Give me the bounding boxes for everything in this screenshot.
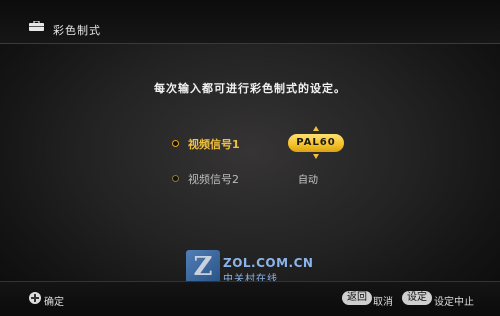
setting-label-video2: 视频信号2 bbox=[188, 173, 239, 186]
setting-label-video1: 视频信号1 bbox=[188, 138, 240, 151]
toolbox-icon bbox=[29, 21, 44, 31]
screen: 彩色制式 每次输入都可进行彩色制式的设定。 视频信号1 PAL60 视频信号2 … bbox=[0, 0, 500, 316]
setup-key[interactable]: 设定 bbox=[402, 291, 432, 305]
arrow-up-icon[interactable] bbox=[313, 126, 319, 131]
confirm-hint: 确定 bbox=[44, 297, 64, 308]
selection-bullet-icon bbox=[172, 140, 179, 147]
setup-hint: 设定中止 bbox=[434, 297, 474, 308]
page-title: 彩色制式 bbox=[53, 24, 101, 37]
watermark-site: ZOL.COM.CN bbox=[223, 256, 314, 270]
setting-value-video1[interactable]: PAL60 bbox=[288, 134, 344, 152]
unselected-bullet-icon bbox=[172, 175, 179, 182]
instruction-text: 每次输入都可进行彩色制式的设定。 bbox=[154, 82, 346, 95]
footer-bar: 确定 返回 取消 设定 设定中止 bbox=[0, 281, 500, 316]
back-key[interactable]: 返回 bbox=[342, 291, 372, 305]
back-hint: 取消 bbox=[373, 297, 393, 308]
dpad-icon bbox=[29, 292, 41, 304]
setting-value-video2[interactable]: 自动 bbox=[298, 171, 318, 186]
arrow-down-icon[interactable] bbox=[313, 154, 319, 159]
header-bar: 彩色制式 bbox=[0, 0, 500, 44]
zol-logo-icon: Z bbox=[186, 250, 220, 284]
